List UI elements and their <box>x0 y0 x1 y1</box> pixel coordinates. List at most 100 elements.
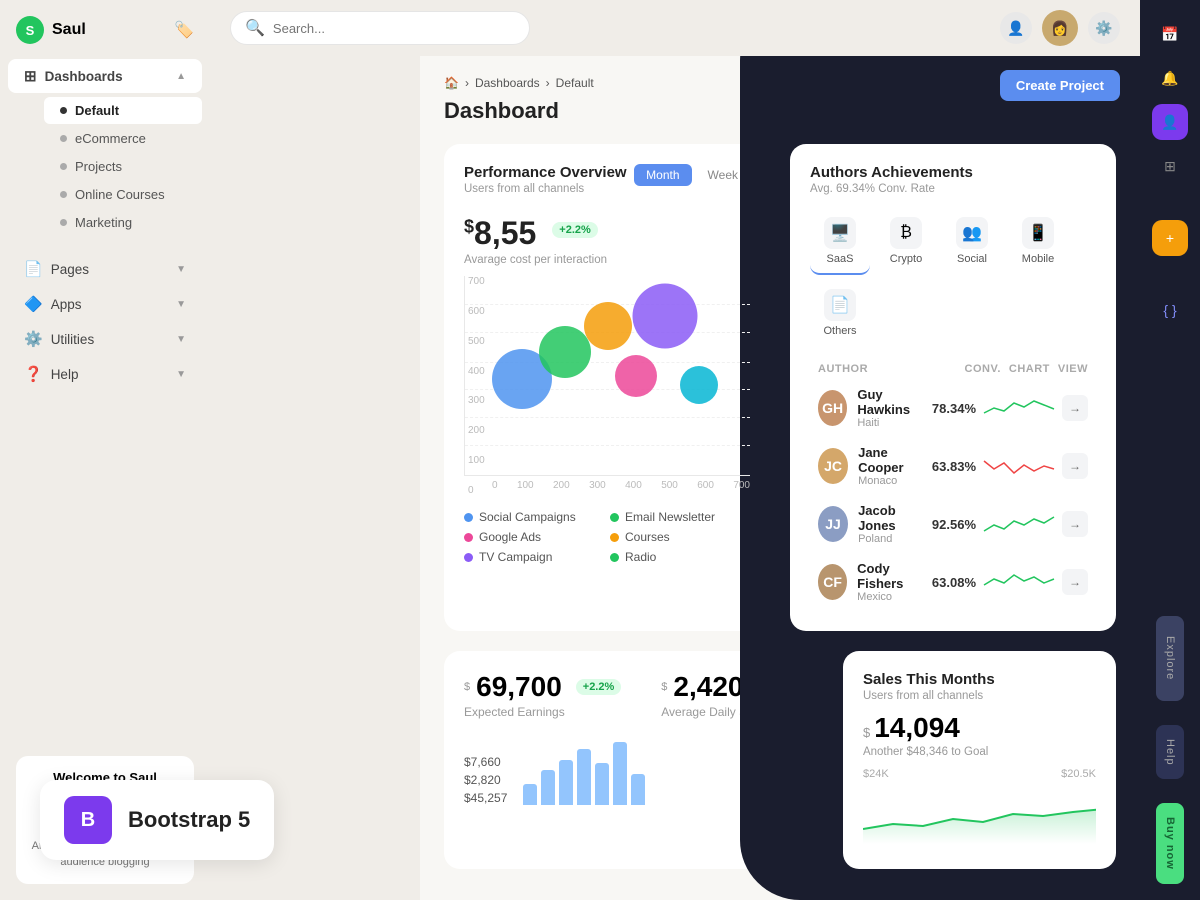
authors-subtitle: Avg. 69.34% Conv. Rate <box>810 183 1096 195</box>
sidebar-item-online-courses[interactable]: Online Courses <box>44 181 202 208</box>
bubble-tv <box>632 283 697 348</box>
earnings-card: $ 69,700 +2.2% Expected Earnings $ 2,420… <box>444 651 823 869</box>
others-icon: 📄 <box>824 289 856 321</box>
legend-courses: Courses <box>610 530 750 544</box>
sidebar-item-dashboards[interactable]: ⊞ Dashboards ▲ <box>8 59 202 93</box>
x-axis-labels: 0100200300400500600700 <box>464 476 750 491</box>
author-avatar-3: CF <box>818 564 847 600</box>
tab-crypto[interactable]: ₿ Crypto <box>876 209 936 275</box>
earnings-label: Expected Earnings <box>464 705 621 719</box>
authors-title: Authors Achievements <box>810 164 1096 181</box>
legend-email: Email Newsletter <box>610 510 750 524</box>
view-btn-3[interactable]: → <box>1062 569 1088 595</box>
plus-icon[interactable]: + <box>1152 220 1188 256</box>
author-info-0: GH Guy Hawkins Haiti <box>818 387 924 429</box>
view-btn-2[interactable]: → <box>1062 511 1088 537</box>
authors-table: AUTHOR CONV. CHART VIEW GH Guy Hawkins H… <box>810 359 1096 611</box>
author-avatar-0: GH <box>818 390 847 426</box>
tab-mobile[interactable]: 📱 Mobile <box>1008 209 1068 275</box>
breadcrumb-current: Default <box>556 76 594 90</box>
explore-button[interactable]: Explore <box>1156 616 1184 700</box>
sidebar-item-apps[interactable]: 🔷 Apps ▼ <box>8 287 202 321</box>
legend-tv: TV Campaign <box>464 550 604 564</box>
buy-button[interactable]: Buy now <box>1156 803 1184 884</box>
tab-social[interactable]: 👥 Social <box>942 209 1002 275</box>
daily-badge: +2.6% <box>757 679 803 695</box>
main-content: 🏠 › Dashboards › Default Dashboard Perfo… <box>420 56 1140 900</box>
bootstrap-text: Bootstrap 5 <box>128 807 250 833</box>
user-icon[interactable]: 👤 <box>1152 104 1188 140</box>
authors-tabs: 🖥️ SaaS ₿ Crypto 👥 Social 📱 Mobile 📄 <box>810 209 1096 345</box>
earnings-badge: +2.2% <box>576 679 622 695</box>
logo-icon: S <box>16 16 44 44</box>
bar-6 <box>613 742 627 805</box>
avatar[interactable]: 👩 <box>1042 10 1078 46</box>
perf-subtitle: Users from all channels <box>464 183 627 195</box>
search-input[interactable] <box>273 21 515 36</box>
tab-month[interactable]: Month <box>634 164 691 186</box>
tab-others[interactable]: 📄 Others <box>810 281 870 345</box>
calendar-icon[interactable]: 📅 <box>1152 16 1188 52</box>
create-project-button[interactable]: Create Project <box>1000 70 1120 101</box>
breadcrumb-dashboards[interactable]: Dashboards <box>475 76 540 90</box>
back-button[interactable]: 🏷️ <box>174 20 194 40</box>
breadcrumb-home[interactable]: 🏠 <box>444 76 459 90</box>
topbar-settings-icon[interactable]: ⚙️ <box>1088 12 1120 44</box>
logo: S Saul <box>16 16 86 44</box>
grid-icon[interactable]: ⊞ <box>1152 148 1188 184</box>
sales-title: Sales This Months <box>863 671 1096 688</box>
code-icon[interactable]: { } <box>1152 292 1188 328</box>
sidebar: S Saul 🏷️ ⊞ Dashboards ▲ Default eCommer… <box>0 0 210 900</box>
notification-icon[interactable]: 🔔 <box>1152 60 1188 96</box>
sidebar-item-marketing[interactable]: Marketing <box>44 209 202 236</box>
help-button[interactable]: Help <box>1156 725 1184 780</box>
earnings-value: 69,700 <box>476 671 562 703</box>
sidebar-dashboards-label: Dashboards <box>45 69 123 84</box>
authors-card: Authors Achievements Avg. 69.34% Conv. R… <box>790 144 1116 631</box>
topbar-user-icon[interactable]: 👤 <box>1000 12 1032 44</box>
legend-google: Google Ads <box>464 530 604 544</box>
table-header: AUTHOR CONV. CHART VIEW <box>810 359 1096 379</box>
saas-icon: 🖥️ <box>824 217 856 249</box>
tab-week[interactable]: Week <box>696 164 750 186</box>
app-name: Saul <box>52 21 86 39</box>
sales-card: Sales This Months Users from all channel… <box>843 651 1116 869</box>
author-info-2: JJ Jacob Jones Poland <box>818 503 924 545</box>
sidebar-item-default[interactable]: Default <box>44 97 202 124</box>
mobile-icon: 📱 <box>1022 217 1054 249</box>
table-row: JC Jane Cooper Monaco 63.83% → <box>810 437 1096 495</box>
perf-badge: +2.2% <box>552 222 598 238</box>
view-btn-1[interactable]: → <box>1062 453 1088 479</box>
social-icon: 👥 <box>956 217 988 249</box>
table-row: GH Guy Hawkins Haiti 78.34% → <box>810 379 1096 437</box>
sidebar-item-help[interactable]: ❓ Help ▼ <box>8 357 202 391</box>
sales-subtitle: Users from all channels <box>863 690 1096 702</box>
chart-legend: Social Campaigns Email Newsletter Google… <box>464 510 750 564</box>
sidebar-item-utilities[interactable]: ⚙️ Utilities ▼ <box>8 322 202 356</box>
author-info-1: JC Jane Cooper Monaco <box>818 445 924 487</box>
sidebar-item-pages[interactable]: 📄 Pages ▼ <box>8 252 202 286</box>
sidebar-item-ecommerce[interactable]: eCommerce <box>44 125 202 152</box>
sidebar-item-projects[interactable]: Projects <box>44 153 202 180</box>
tab-saas[interactable]: 🖥️ SaaS <box>810 209 870 275</box>
search-icon: 🔍 <box>245 18 265 38</box>
table-row: CF Cody Fishers Mexico 63.08% → <box>810 553 1096 611</box>
search-box[interactable]: 🔍 <box>230 11 530 45</box>
legend-social: Social Campaigns <box>464 510 604 524</box>
daily-value: 2,420 <box>673 671 743 703</box>
page-title: Dashboard <box>444 98 1116 124</box>
bar-2 <box>541 770 555 805</box>
crypto-icon: ₿ <box>890 217 922 249</box>
sparkline-3 <box>984 567 1054 597</box>
bootstrap-overlay: B Bootstrap 5 <box>40 780 274 860</box>
bootstrap-icon: B <box>64 796 112 844</box>
table-row: JJ Jacob Jones Poland 92.56% → <box>810 495 1096 553</box>
perf-title: Performance Overview <box>464 164 627 181</box>
author-avatar-1: JC <box>818 448 848 484</box>
view-btn-0[interactable]: → <box>1062 395 1088 421</box>
chevron-icon: ▲ <box>176 71 186 82</box>
right-panel: 📅 🔔 👤 ⊞ + { } Explore Help Buy now <box>1140 0 1200 900</box>
bar-7 <box>631 774 645 806</box>
bubble-email <box>539 326 591 378</box>
author-avatar-2: JJ <box>818 506 848 542</box>
